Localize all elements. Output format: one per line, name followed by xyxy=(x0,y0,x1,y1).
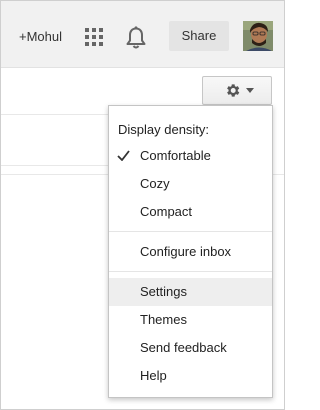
menu-item-settings[interactable]: Settings xyxy=(109,278,272,306)
menu-item-label: Send feedback xyxy=(140,340,227,355)
menu-item-label: Configure inbox xyxy=(140,244,232,259)
menu-item-cozy[interactable]: Cozy xyxy=(109,170,272,198)
menu-separator xyxy=(109,271,272,272)
app-window: +Mohul Share Display density: Comfortabl… xyxy=(0,0,285,410)
menu-item-compact[interactable]: Compact xyxy=(109,198,272,226)
caret-down-icon xyxy=(246,88,254,93)
user-avatar[interactable] xyxy=(243,21,273,51)
settings-menu: Display density: Comfortable Cozy Compac… xyxy=(108,105,273,398)
gear-icon xyxy=(227,84,240,97)
menu-item-label: Settings xyxy=(140,284,187,299)
menu-item-help[interactable]: Help xyxy=(109,362,272,390)
menu-item-label: Comfortable xyxy=(140,148,211,163)
content-divider xyxy=(1,114,108,115)
checkmark-icon xyxy=(117,150,130,161)
settings-gear-button[interactable] xyxy=(202,76,272,105)
menu-item-send-feedback[interactable]: Send feedback xyxy=(109,334,272,362)
menu-item-label: Cozy xyxy=(140,176,170,191)
menu-item-comfortable[interactable]: Comfortable xyxy=(109,142,272,170)
menu-item-themes[interactable]: Themes xyxy=(109,306,272,334)
share-button[interactable]: Share xyxy=(169,21,229,51)
menu-item-label: Compact xyxy=(140,204,193,219)
menu-item-label: Help xyxy=(140,368,167,383)
menu-separator xyxy=(109,231,272,232)
apps-grid-icon[interactable] xyxy=(85,28,103,46)
menu-item-label: Themes xyxy=(140,312,187,327)
menu-item-configure-inbox[interactable]: Configure inbox xyxy=(109,238,272,266)
bell-icon[interactable] xyxy=(125,26,147,50)
user-profile-link[interactable]: +Mohul xyxy=(19,29,62,44)
top-bar: +Mohul Share xyxy=(1,1,284,68)
display-density-heading: Display density: xyxy=(118,122,210,137)
content-divider xyxy=(1,165,108,166)
